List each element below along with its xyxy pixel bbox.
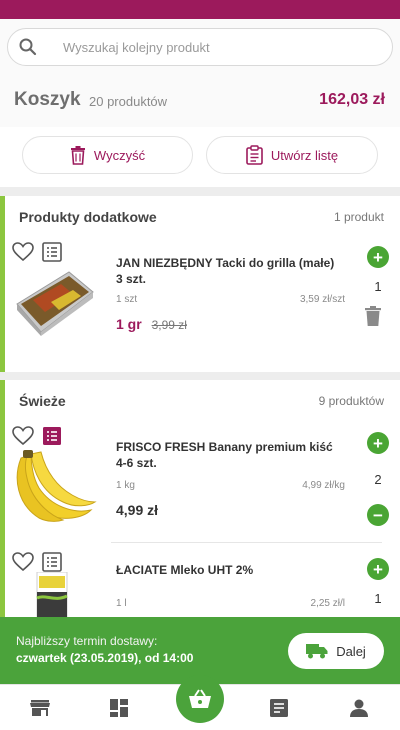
- product-promo-price: 1 gr: [116, 316, 142, 332]
- product-image-milk: [36, 572, 68, 617]
- clipboard-icon: [246, 145, 263, 165]
- product-unit: 1 szt: [116, 294, 138, 305]
- search-placeholder: Wyszukaj kolejny produkt: [63, 40, 210, 55]
- next-button[interactable]: Dalej: [288, 633, 384, 669]
- quantity-stepper: + 2 −: [364, 432, 392, 526]
- note-icon[interactable]: [42, 552, 62, 572]
- bottom-tab-bar: [0, 675, 400, 730]
- section-fresh: Świeże 9 produktów FRISCO FRESH Banany p…: [0, 380, 400, 617]
- section-count: 9 produktów: [318, 394, 384, 408]
- quantity-stepper: + 1: [364, 246, 392, 331]
- product-price: 1 gr 3,99 zł: [116, 316, 187, 332]
- decrease-quantity-button[interactable]: −: [367, 504, 389, 526]
- note-icon[interactable]: [42, 242, 62, 262]
- product-unit: 1 kg: [116, 480, 135, 491]
- increase-quantity-button[interactable]: +: [367, 432, 389, 454]
- product-name: FRISCO FRESH Banany premium kiść 4-6 szt…: [116, 440, 333, 470]
- product-name: ŁACIATE Mleko UHT 2%: [116, 563, 254, 577]
- next-button-label: Dalej: [336, 643, 366, 659]
- product-name: JAN NIEZBĘDNY Tacki do grilla (małe) 3 s…: [116, 256, 335, 286]
- note-icon-active[interactable]: [42, 426, 62, 446]
- heart-icon[interactable]: [12, 242, 34, 262]
- clear-basket-label: Wyczyść: [93, 147, 146, 163]
- basket-total: 162,03 zł: [319, 91, 385, 108]
- heart-icon[interactable]: [12, 426, 34, 446]
- search-icon: [19, 38, 37, 56]
- product-image-bananas: [16, 450, 97, 522]
- categories-icon[interactable]: [108, 697, 130, 719]
- product-old-price: 3,99 zł: [151, 318, 187, 332]
- account-icon[interactable]: [348, 697, 370, 719]
- clear-basket-button[interactable]: Wyczyść: [22, 136, 193, 174]
- section-title: Świeże: [19, 393, 66, 409]
- product-price: 4,99 zł: [116, 502, 159, 518]
- increase-quantity-button[interactable]: +: [367, 246, 389, 268]
- store-icon[interactable]: [29, 697, 51, 719]
- create-list-button[interactable]: Utwórz listę: [206, 136, 378, 174]
- product-item[interactable]: ŁACIATE Mleko UHT 2% 1 l 2,25 zł/l + 1: [5, 550, 400, 617]
- list-icon[interactable]: [268, 697, 290, 719]
- basket-actions: Wyczyść Utwórz listę: [0, 127, 400, 187]
- trash-icon: [70, 145, 85, 165]
- delivery-date: czwartek (23.05.2019), od 14:00: [16, 651, 194, 665]
- delivery-label: Najbliższy termin dostawy:: [16, 634, 158, 648]
- remove-product-icon[interactable]: [364, 306, 382, 326]
- product-price-per-unit: 3,59 zł/szt: [299, 294, 345, 305]
- basket-tab-button[interactable]: [176, 675, 224, 723]
- heart-icon[interactable]: [12, 552, 34, 572]
- quantity-value: 1: [374, 590, 382, 606]
- top-status-bar: [0, 0, 400, 19]
- section-count: 1 produkt: [333, 210, 384, 224]
- product-price-per-unit: 2,25 zł/l: [310, 598, 345, 609]
- increase-quantity-button[interactable]: +: [367, 558, 389, 580]
- basket-icon: [189, 689, 211, 708]
- search-input[interactable]: Wyszukaj kolejny produkt: [7, 28, 393, 66]
- create-list-label: Utwórz listę: [270, 147, 339, 163]
- search-area: Wyszukaj kolejny produkt Koszyk 20 produ…: [0, 19, 400, 127]
- product-item[interactable]: JAN NIEZBĘDNY Tacki do grilla (małe) 3 s…: [5, 238, 400, 398]
- truck-icon: [306, 644, 328, 659]
- section-title: Produkty dodatkowe: [19, 209, 157, 225]
- product-image-grill-trays: [16, 271, 94, 336]
- product-price-per-unit: 4,99 zł/kg: [302, 480, 345, 491]
- basket-title: Koszyk: [14, 89, 81, 110]
- quantity-value: 2: [374, 471, 382, 487]
- quantity-stepper: + 1: [364, 558, 392, 616]
- section-additional-products: Produkty dodatkowe 1 produkt JAN NIEZBĘD…: [0, 196, 400, 372]
- product-divider: [111, 542, 382, 543]
- basket-count: 20 produktów: [89, 94, 168, 109]
- product-unit: 1 l: [116, 598, 127, 609]
- quantity-value: 1: [374, 278, 382, 294]
- delivery-banner: Najbliższy termin dostawy: czwartek (23.…: [0, 617, 400, 684]
